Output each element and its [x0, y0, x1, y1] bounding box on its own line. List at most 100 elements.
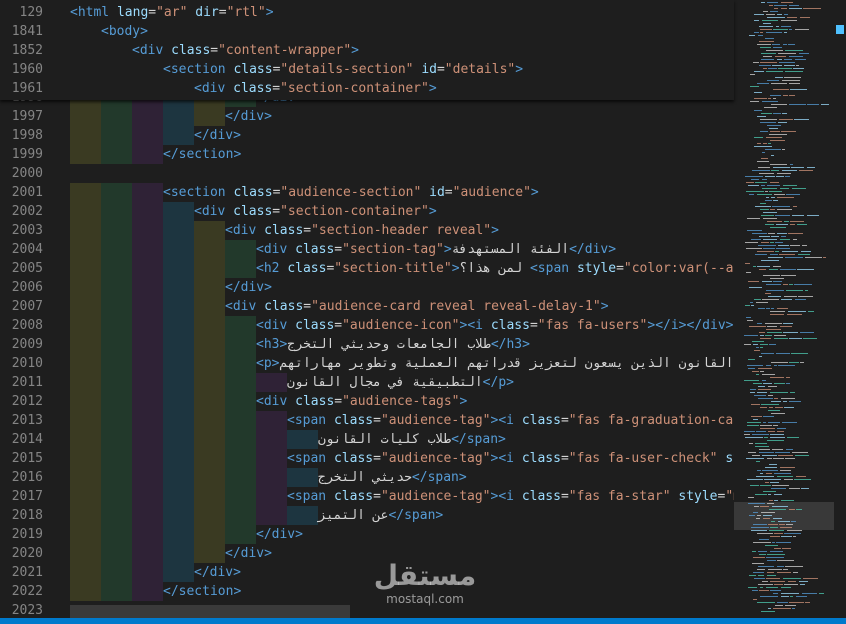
indent-guide	[163, 563, 194, 582]
minimap-code-mark	[751, 239, 761, 240]
minimap-code-mark	[761, 260, 779, 261]
minimap-code-mark	[756, 347, 759, 348]
code-line[interactable]: </div>	[60, 278, 734, 297]
code-line[interactable]: <div class="section-header reveal">	[60, 221, 734, 240]
minimap-code-mark	[770, 551, 783, 552]
minimap-code-mark	[793, 536, 796, 537]
minimap-code-mark	[767, 80, 779, 81]
sticky-scroll-header[interactable]: <html lang="ar" dir="rtl"> 129 <body> 1841 <…	[0, 0, 734, 100]
code-line[interactable]: عن التميز</span>	[60, 506, 734, 525]
minimap-code-mark	[753, 62, 759, 63]
code-token: <span	[287, 489, 334, 504]
minimap-code-mark	[766, 308, 770, 309]
minimap-code-mark	[773, 113, 781, 114]
minimap-code-mark	[744, 335, 758, 336]
minimap-code-mark	[783, 578, 801, 579]
code-line[interactable]: <section class="audience-section" id="au…	[60, 183, 734, 202]
indent-guide	[194, 430, 225, 449]
minimap-code-mark	[763, 218, 777, 219]
code-line[interactable]: </div>	[60, 126, 734, 145]
line-number: 2022	[11, 584, 43, 599]
code-line[interactable]: </div>	[60, 107, 734, 126]
code-token: class	[233, 62, 273, 77]
minimap-code-mark	[788, 581, 796, 582]
indent-guide	[132, 202, 163, 221]
code-line[interactable]: <div class="audience-icon"><i class="fas…	[60, 316, 734, 335]
minimap-code-mark	[785, 605, 796, 606]
minimap-code-mark	[784, 32, 787, 33]
minimap-code-mark	[775, 242, 783, 243]
line-number: 2016	[11, 470, 43, 485]
minimap-code-mark	[752, 455, 760, 456]
code-text: <div class="section-container">	[194, 79, 437, 98]
code-line[interactable]: <body>	[60, 22, 734, 41]
code-line[interactable]: <div class="content-wrapper">	[60, 41, 734, 60]
code-line[interactable]: <div class="section-container">	[60, 202, 734, 221]
code-token: class	[490, 318, 530, 333]
code-line[interactable]: <span class="audience-tag"><i class="fas…	[60, 411, 734, 430]
minimap-code-mark	[792, 215, 804, 216]
code-line[interactable]: <span class="audience-tag"><i class="fas…	[60, 487, 734, 506]
minimap-code-mark	[760, 122, 776, 123]
minimap-code-mark	[769, 191, 782, 192]
minimap-code-mark	[763, 56, 772, 57]
code-token: dir	[195, 5, 219, 20]
minimap-code-mark	[789, 29, 792, 30]
code-line[interactable]: </section>	[60, 145, 734, 164]
code-line[interactable]	[60, 164, 734, 183]
minimap-code-mark	[762, 380, 766, 381]
code-token: =	[373, 413, 381, 428]
code-line[interactable]: <p>القانون الذين يسعون لتعزيز قدراتهم ال…	[60, 354, 734, 373]
minimap-code-mark	[796, 65, 799, 66]
line-number: 1852	[11, 43, 43, 58]
minimap-code-mark	[759, 554, 766, 555]
minimap-code-mark	[779, 119, 793, 120]
code-line[interactable]: <h2 class = "section-title">لمن هذا؟ <span…	[60, 259, 734, 278]
minimap-code-mark	[763, 422, 766, 423]
vertical-scrollbar[interactable]	[834, 0, 846, 618]
minimap[interactable]	[734, 0, 834, 618]
code-line[interactable]: <div class="section-container">	[60, 79, 734, 98]
minimap-code-mark	[758, 167, 770, 168]
minimap-code-mark	[768, 257, 783, 258]
indent-guide	[101, 297, 132, 316]
indent-guide	[132, 316, 163, 335]
code-line[interactable]: <section class="details-section" id="det…	[60, 60, 734, 79]
status-bar[interactable]	[0, 618, 846, 624]
code-line[interactable]: حديثي التخرج</span>	[60, 468, 734, 487]
code-token: ><i	[490, 489, 522, 504]
code-text: <p>القانون الذين يسعون لتعزيز قدراتهم ال…	[256, 354, 733, 373]
indent-guide	[163, 544, 194, 563]
line-number: 2002	[11, 204, 43, 219]
indent-guide	[70, 544, 101, 563]
code-line[interactable]: <h3>طلاب الجامعات وحديثي التخرج</h3>	[60, 335, 734, 354]
code-line[interactable]: <html lang="ar" dir="rtl">	[60, 3, 734, 22]
horizontal-scrollbar[interactable]	[70, 605, 350, 618]
minimap-code-mark	[768, 386, 777, 387]
code-token: >	[491, 223, 499, 238]
minimap-code-mark	[789, 338, 802, 339]
minimap-code-mark	[789, 509, 795, 510]
code-token: <div	[225, 299, 265, 314]
minimap-code-mark	[761, 158, 768, 159]
line-number: 1999	[11, 147, 43, 162]
code-token: =	[303, 223, 312, 238]
minimap-code-mark	[800, 17, 810, 18]
minimap-code-mark	[789, 56, 803, 57]
minimap-code-mark	[761, 242, 769, 243]
code-editor[interactable]: </div> </div> </div> </section> <section cla…	[0, 0, 846, 618]
minimap-code-mark	[776, 542, 791, 543]
code-line[interactable]: <div class="section-tag">الفئة المستهدفة…	[60, 240, 734, 259]
minimap-code-mark	[786, 449, 793, 450]
code-line[interactable]: <div class="audience-card reveal reveal-…	[60, 297, 734, 316]
code-line[interactable]: التطبيقية في مجال القانون</p>	[60, 373, 734, 392]
minimap-code-mark	[784, 296, 797, 297]
minimap-code-mark	[797, 269, 814, 270]
code-line[interactable]: <span class="audience-tag"><i class="fas…	[60, 449, 734, 468]
minimap-code-mark	[784, 59, 792, 60]
code-line[interactable]: </div>	[60, 525, 734, 544]
code-line[interactable]: طلاب كليات القانون</span>	[60, 430, 734, 449]
minimap-code-mark	[770, 581, 785, 582]
indent-guide	[70, 487, 101, 506]
code-line[interactable]: <div class="audience-tags">	[60, 392, 734, 411]
